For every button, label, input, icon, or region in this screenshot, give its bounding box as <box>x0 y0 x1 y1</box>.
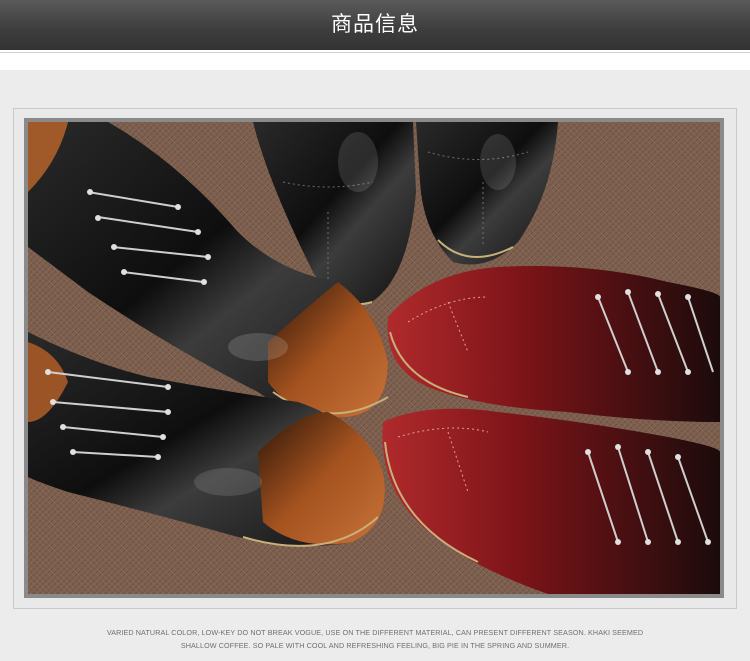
section-title: 商品信息 <box>331 12 419 36</box>
product-photo <box>24 118 724 598</box>
caption-line-1: VARIED NATURAL COLOR, LOW-KEY DO NOT BRE… <box>106 628 644 637</box>
caption-line-2: SHALLOW COFFEE. SO PALE WITH COOL AND RE… <box>180 641 570 650</box>
section-header: 商品信息 <box>0 0 750 50</box>
header-divider <box>0 52 750 53</box>
shoes-illustration <box>28 122 720 594</box>
